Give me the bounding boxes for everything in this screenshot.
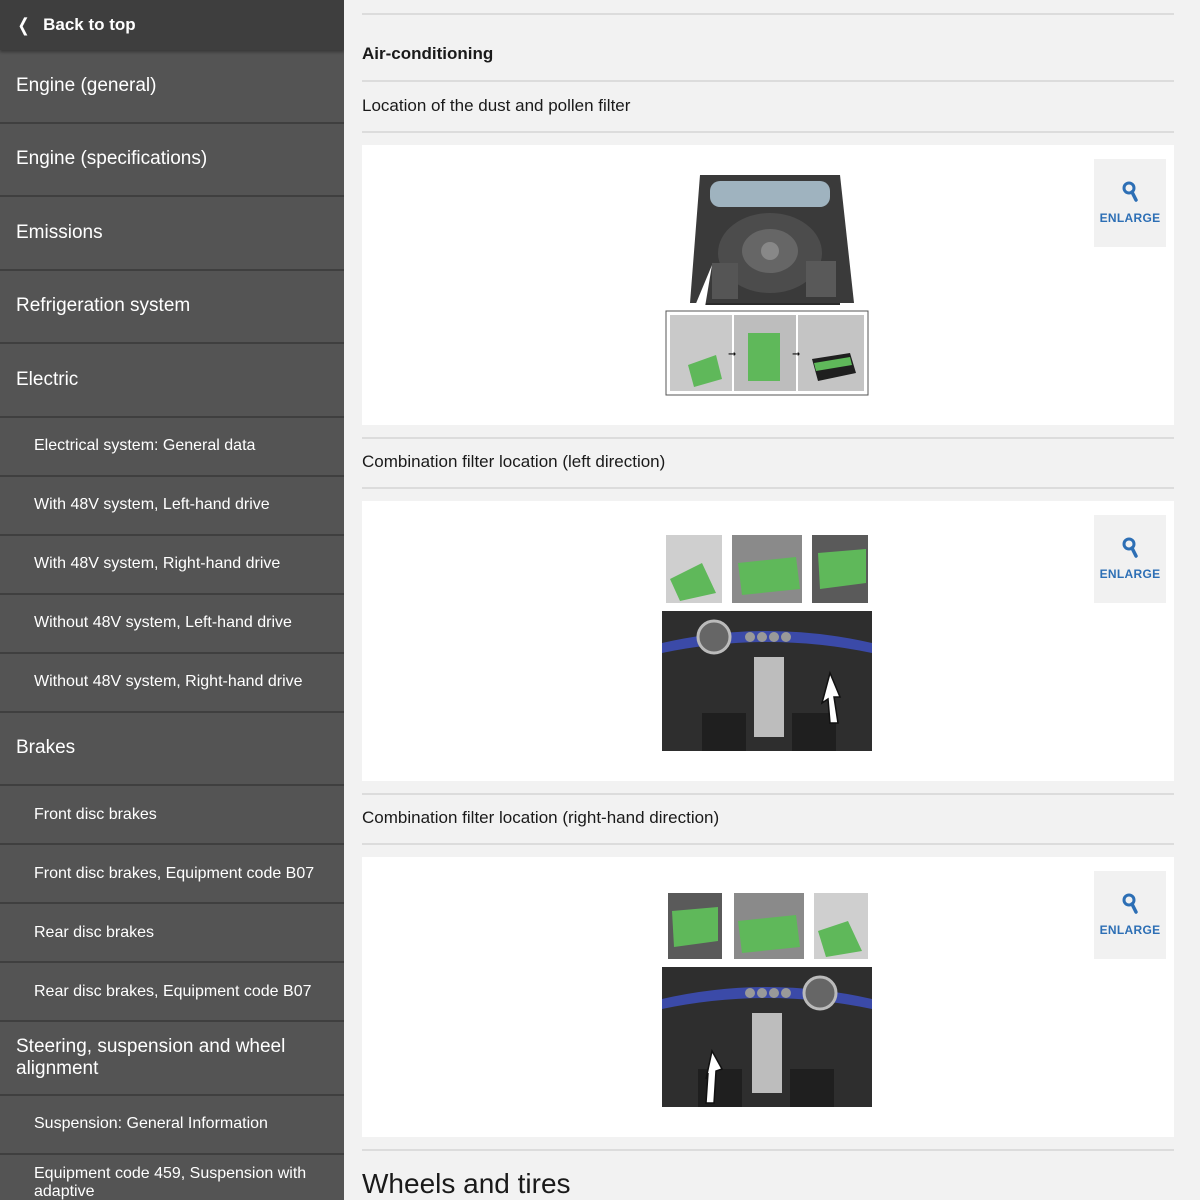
main-content: Air-conditioning Location of the dust an… (344, 0, 1200, 1200)
sidebar-subitem-suspension-general[interactable]: Suspension: General Information (0, 1096, 344, 1155)
enlarge-button[interactable]: ENLARGE (1094, 159, 1166, 247)
magnifier-icon (1122, 893, 1138, 914)
figure-title: Combination filter location (left direct… (362, 452, 666, 471)
section-title: Air-conditioning (362, 44, 494, 63)
sidebar-subitem-front-disc-brakes-b07[interactable]: Front disc brakes, Equipment code B07 (0, 845, 344, 904)
sidebar-item-emissions[interactable]: Emissions (0, 197, 344, 271)
magnifier-icon (1122, 537, 1138, 558)
engine-bay-figure: ➞ ➞ (665, 175, 869, 396)
sidebar-subitem-no48v-rhd[interactable]: Without 48V system, Right-hand drive (0, 654, 344, 713)
sidebar-subitem-48v-rhd[interactable]: With 48V system, Right-hand drive (0, 536, 344, 595)
enlarge-button[interactable]: ENLARGE (1094, 515, 1166, 603)
sidebar-item-steering-suspension[interactable]: Steering, suspension and wheel alignment (0, 1022, 344, 1096)
divider (362, 843, 1174, 845)
figure-panel: ENLARGE (362, 501, 1174, 781)
sidebar-subitem-electrical-general[interactable]: Electrical system: General data (0, 418, 344, 477)
divider (362, 1149, 1174, 1151)
sidebar-item-engine-general[interactable]: Engine (general) (0, 50, 344, 124)
sidebar-subitem-48v-lhd[interactable]: With 48V system, Left-hand drive (0, 477, 344, 536)
sidebar-subitem-suspension-459[interactable]: Equipment code 459, Suspension with adap… (0, 1155, 344, 1200)
figure-panel: ENLARGE (362, 857, 1174, 1137)
cabin-left-figure (662, 535, 872, 751)
back-to-top-button[interactable]: ❮ Back to top (0, 0, 344, 50)
sidebar-item-electric[interactable]: Electric (0, 344, 344, 418)
sidebar-item-brakes[interactable]: Brakes (0, 713, 344, 786)
divider (362, 80, 1174, 82)
divider (362, 13, 1174, 15)
sidebar-subitem-rear-disc-brakes[interactable]: Rear disc brakes (0, 904, 344, 963)
enlarge-label: ENLARGE (1099, 567, 1161, 581)
sidebar: ❮ Back to top Engine (general) Engine (s… (0, 0, 344, 1200)
back-to-top-label: Back to top (43, 15, 136, 34)
figure-title: Location of the dust and pollen filter (362, 96, 631, 115)
enlarge-button[interactable]: ENLARGE (1094, 871, 1166, 959)
figure-panel: ➞ ➞ ENLARGE (362, 145, 1174, 425)
cabin-right-figure (662, 893, 872, 1107)
svg-text:➞: ➞ (792, 349, 800, 360)
sidebar-subitem-front-disc-brakes[interactable]: Front disc brakes (0, 786, 344, 845)
magnifier-icon (1122, 181, 1138, 202)
divider (362, 131, 1174, 133)
sidebar-subitem-no48v-lhd[interactable]: Without 48V system, Left-hand drive (0, 595, 344, 654)
divider (362, 793, 1174, 795)
divider (362, 437, 1174, 439)
sidebar-subitem-rear-disc-brakes-b07[interactable]: Rear disc brakes, Equipment code B07 (0, 963, 344, 1022)
chevron-left-icon: ❮ (17, 14, 30, 35)
figure-title: Combination filter location (right-hand … (362, 808, 720, 827)
svg-text:➞: ➞ (728, 349, 736, 360)
enlarge-label: ENLARGE (1099, 923, 1161, 937)
enlarge-label: ENLARGE (1099, 211, 1161, 225)
next-section-title: Wheels and tires (362, 1168, 571, 1199)
sidebar-item-refrigeration-system[interactable]: Refrigeration system (0, 271, 344, 344)
sidebar-item-engine-specifications[interactable]: Engine (specifications) (0, 124, 344, 197)
divider (362, 487, 1174, 489)
